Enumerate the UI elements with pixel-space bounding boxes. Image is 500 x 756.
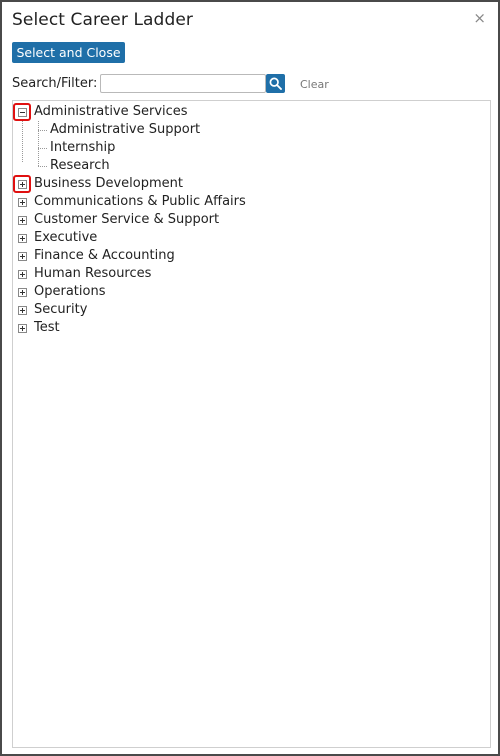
- filter-label: Search/Filter:: [12, 76, 98, 91]
- tree-child-node[interactable]: Research: [13, 157, 490, 175]
- tree-node[interactable]: Operations: [13, 283, 490, 301]
- tree-node-label[interactable]: Test: [34, 319, 60, 337]
- search-icon: [269, 77, 282, 90]
- filter-row: Search/Filter: Clear: [12, 74, 332, 94]
- tree-node-label[interactable]: Business Development: [34, 175, 183, 193]
- tree-node-label[interactable]: Internship: [50, 139, 115, 157]
- tree-node[interactable]: Finance & Accounting: [13, 247, 490, 265]
- search-button[interactable]: [266, 74, 285, 93]
- expand-toggle-icon[interactable]: [18, 270, 27, 279]
- career-ladder-tree: Administrative Services Administrative S…: [12, 100, 491, 748]
- clear-link[interactable]: Clear: [300, 78, 329, 91]
- expand-toggle-icon[interactable]: [18, 252, 27, 261]
- tree-node-label[interactable]: Customer Service & Support: [34, 211, 219, 229]
- tree-node-label[interactable]: Executive: [34, 229, 97, 247]
- tree-node[interactable]: Human Resources: [13, 265, 490, 283]
- tree-node-label[interactable]: Human Resources: [34, 265, 151, 283]
- tree-node-label[interactable]: Security: [34, 301, 87, 319]
- annotation-highlight-box: [13, 103, 31, 121]
- tree-node-label[interactable]: Finance & Accounting: [34, 247, 175, 265]
- expand-toggle-icon[interactable]: [18, 234, 27, 243]
- expand-toggle-icon[interactable]: [18, 198, 27, 207]
- career-ladder-dialog: Select Career Ladder × Select and Close …: [0, 0, 500, 756]
- annotation-highlight-box: [13, 175, 31, 193]
- tree-node[interactable]: Executive: [13, 229, 490, 247]
- tree-node[interactable]: Customer Service & Support: [13, 211, 490, 229]
- tree-node[interactable]: Communications & Public Affairs: [13, 193, 490, 211]
- select-and-close-button[interactable]: Select and Close: [12, 42, 125, 63]
- close-icon[interactable]: ×: [473, 10, 486, 26]
- tree-node-label[interactable]: Administrative Services: [34, 103, 188, 121]
- tree-node-label[interactable]: Operations: [34, 283, 105, 301]
- tree-child-node[interactable]: Internship: [13, 139, 490, 157]
- dialog-title: Select Career Ladder: [12, 10, 193, 30]
- expand-toggle-icon[interactable]: [18, 288, 27, 297]
- tree-node[interactable]: Test: [13, 319, 490, 337]
- tree-child-node[interactable]: Administrative Support: [13, 121, 490, 139]
- expand-toggle-icon[interactable]: [18, 216, 27, 225]
- tree-node-label[interactable]: Research: [50, 157, 110, 175]
- tree-node[interactable]: Administrative Services: [13, 103, 490, 121]
- expand-toggle-icon[interactable]: [18, 324, 27, 333]
- tree-node[interactable]: Business Development: [13, 175, 490, 193]
- expand-toggle-icon[interactable]: [18, 306, 27, 315]
- search-input[interactable]: [100, 74, 266, 93]
- tree-node-label[interactable]: Communications & Public Affairs: [34, 193, 246, 211]
- tree-node-label[interactable]: Administrative Support: [50, 121, 200, 139]
- tree-node[interactable]: Security: [13, 301, 490, 319]
